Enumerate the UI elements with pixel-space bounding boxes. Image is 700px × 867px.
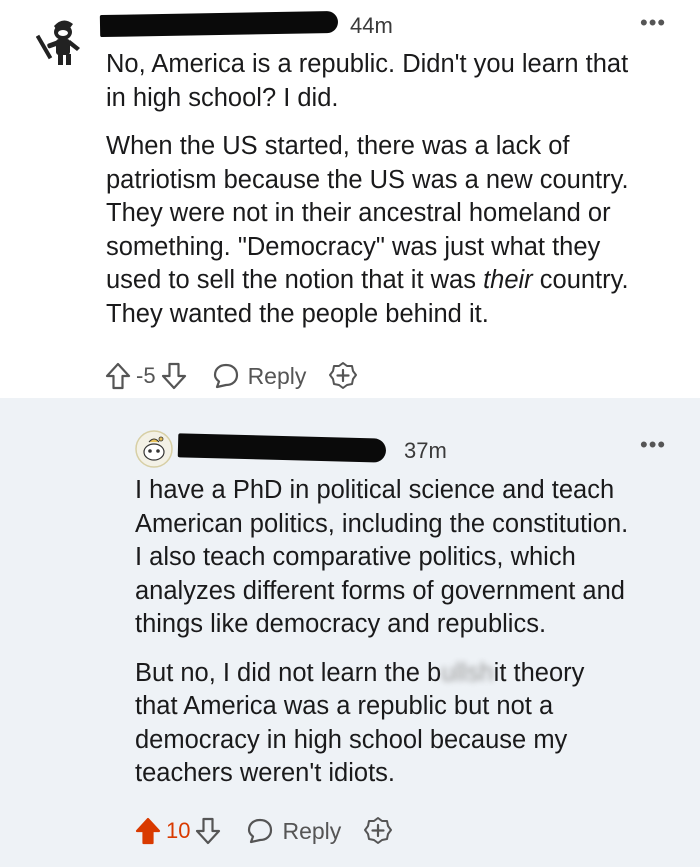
comment-paragraph: When the US started, there was a lack of… [106,132,629,328]
reply-bubble-icon [213,363,238,389]
comment-paragraph: I have a PhD in political science and te… [135,476,629,638]
comment-paragraph: But no, I did not learn the bullshit the… [135,658,585,788]
comment-paragraph: No, America is a republic. Didn't you le… [106,50,629,112]
comment-actions: -5 Reply [104,361,358,391]
comment-actions: 10 Reply [134,816,393,846]
more-options-icon[interactable]: ••• [640,432,666,458]
more-options-icon[interactable]: ••• [640,10,666,36]
reply-button[interactable]: Reply [246,817,341,845]
user-avatar-icon[interactable] [135,430,173,468]
award-plus-icon[interactable] [363,816,393,846]
censored-word: ullsh [441,658,494,687]
vote-score: 10 [166,818,191,843]
vote-score: -5 [136,363,156,388]
user-avatar-icon[interactable] [36,16,82,68]
reply-bubble-icon [248,818,273,844]
redacted-username [99,10,339,38]
downvote-arrow-icon[interactable] [194,816,222,846]
reply-thread: 37m ••• I have a PhD in political scienc… [0,398,700,867]
comment-timestamp: 37m [404,438,447,463]
redacted-username [177,433,387,463]
award-plus-icon[interactable] [328,361,358,391]
comment-timestamp: 44m [350,13,393,38]
comment-body: No, America is a republic. Didn't you le… [106,48,686,331]
parent-comment: 44m ••• No, America is a republic. Didn'… [0,0,700,398]
comment-body: I have a PhD in political science and te… [135,474,685,791]
upvote-arrow-icon[interactable] [104,361,132,391]
reply-label: Reply [282,817,342,844]
upvote-arrow-icon[interactable] [134,816,162,846]
reply-button[interactable]: Reply [212,362,307,390]
downvote-arrow-icon[interactable] [160,361,188,391]
reply-label: Reply [247,362,307,389]
